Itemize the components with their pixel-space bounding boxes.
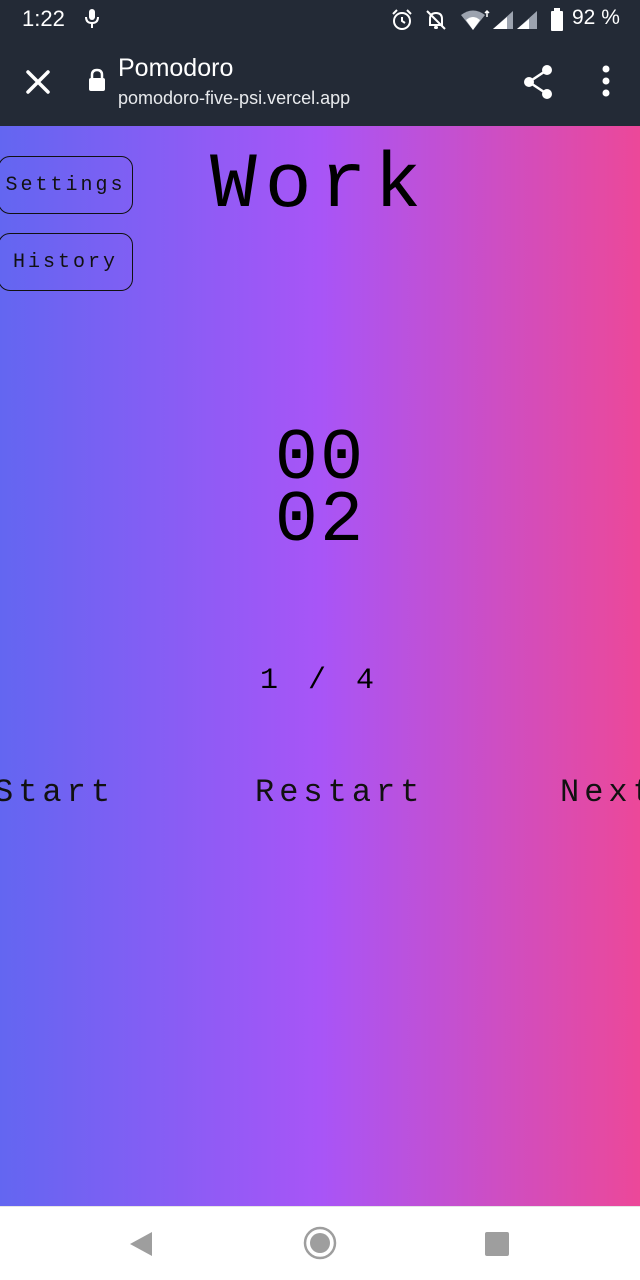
battery-percent: 92 %	[572, 6, 620, 29]
lock-icon	[88, 68, 106, 96]
mic-icon	[84, 8, 100, 34]
more-vert-icon[interactable]	[594, 62, 618, 102]
status-bar: 1:22 92 %	[0, 0, 640, 40]
history-button[interactable]: History	[0, 233, 133, 291]
timer-display: 00 02	[0, 423, 640, 562]
wifi-icon	[460, 9, 490, 35]
signal-icon	[492, 10, 514, 34]
page-url[interactable]: pomodoro-five-psi.vercel.app	[118, 88, 350, 109]
restart-button[interactable]: Restart	[255, 774, 424, 811]
page-title: Pomodoro	[118, 54, 234, 82]
recents-icon[interactable]	[484, 1231, 510, 1261]
start-button[interactable]: Start	[0, 774, 115, 811]
navigation-bar	[0, 1206, 640, 1280]
round-counter: 1 / 4	[259, 664, 380, 698]
next-button[interactable]: Next	[560, 774, 640, 811]
browser-toolbar: Pomodoro pomodoro-five-psi.vercel.app	[0, 40, 640, 126]
home-icon[interactable]	[302, 1225, 338, 1265]
timer-seconds: 02	[274, 480, 366, 562]
battery-icon	[550, 8, 564, 36]
alarm-icon	[390, 8, 414, 36]
pomodoro-app: Settings History Work 00 02 1 / 4 Start …	[0, 126, 640, 1206]
signal-icon	[516, 10, 538, 34]
settings-button[interactable]: Settings	[0, 156, 133, 214]
close-icon[interactable]	[20, 64, 56, 100]
notifications-off-icon	[424, 8, 448, 36]
back-icon[interactable]	[126, 1229, 156, 1263]
share-icon[interactable]	[520, 62, 556, 102]
mode-title: Work	[210, 142, 430, 230]
status-time: 1:22	[22, 6, 65, 31]
